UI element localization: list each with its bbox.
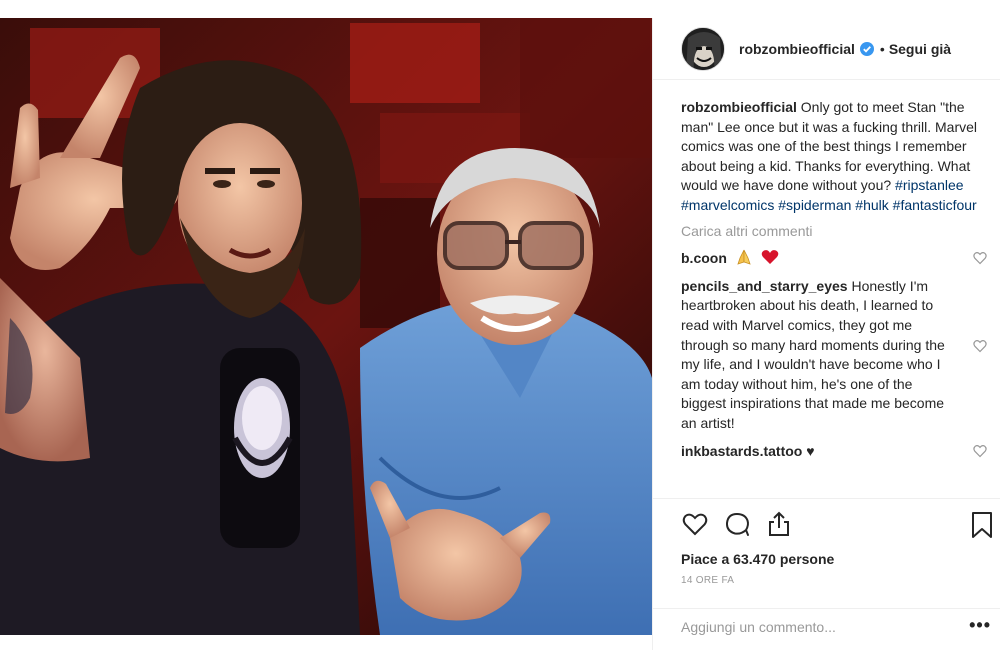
likes-count[interactable]: Piace a 63.470 persone xyxy=(681,551,1000,567)
comment-input[interactable] xyxy=(681,618,951,635)
hashtag-spiderman[interactable]: #spiderman xyxy=(778,197,851,213)
comment-username[interactable]: pencils_and_starry_eyes xyxy=(681,278,848,294)
caption-username[interactable]: robzombieofficial xyxy=(681,99,797,115)
red-heart-icon xyxy=(761,249,779,265)
post-photo-image xyxy=(0,18,652,635)
hashtag-ripstanlee[interactable]: #ripstanlee xyxy=(895,177,964,193)
post-actions: Piace a 63.470 persone 14 ORE FA xyxy=(653,498,1000,608)
comment-text: Honestly I'm heartbroken about his death… xyxy=(681,277,945,431)
folded-hands-icon xyxy=(735,249,753,265)
heart-icon[interactable] xyxy=(681,510,709,538)
post-timestamp[interactable]: 14 ORE FA xyxy=(681,575,1000,586)
like-comment-heart-icon[interactable] xyxy=(973,339,987,353)
bookmark-icon[interactable] xyxy=(969,511,995,539)
header-separator: • xyxy=(879,40,885,57)
like-comment-heart-icon[interactable] xyxy=(973,444,987,458)
add-comment-bar: ••• xyxy=(653,608,1000,644)
more-options-icon[interactable]: ••• xyxy=(969,615,991,636)
comment-icon[interactable] xyxy=(723,510,751,538)
comment-text: ♥ xyxy=(806,442,815,459)
comment-username[interactable]: b.coon xyxy=(681,250,727,266)
follow-button[interactable]: Segui già xyxy=(889,41,951,57)
like-comment-heart-icon[interactable] xyxy=(973,251,987,265)
avatar-image xyxy=(682,27,724,70)
verified-badge-icon xyxy=(859,41,874,56)
comments-list[interactable]: robzombieofficial Only got to meet Stan … xyxy=(681,98,987,498)
load-more-comments-button[interactable]: Carica altri commenti xyxy=(681,222,987,242)
hashtag-hulk[interactable]: #hulk xyxy=(855,197,888,213)
header-username[interactable]: robzombieofficial xyxy=(739,41,855,57)
post-header: robzombieofficial • Segui già xyxy=(653,18,1000,80)
share-icon[interactable] xyxy=(765,510,793,538)
hashtag-fantasticfour[interactable]: #fantasticfour xyxy=(893,197,977,213)
comment-username[interactable]: inkbastards.tattoo xyxy=(681,443,802,459)
list-item: inkbastards.tattoo ♥ xyxy=(681,442,987,462)
avatar[interactable] xyxy=(681,26,725,71)
hashtag-marvelcomics[interactable]: #marvelcomics xyxy=(681,197,774,213)
post-side-panel: robzombieofficial • Segui già robzombieo… xyxy=(652,18,1000,650)
post-photo[interactable] xyxy=(0,18,652,635)
post-caption: robzombieofficial Only got to meet Stan … xyxy=(681,98,987,216)
list-item: b.coon xyxy=(681,249,987,269)
action-icons xyxy=(681,509,1000,539)
list-item: pencils_and_starry_eyes Honestly I'm hea… xyxy=(681,277,987,434)
